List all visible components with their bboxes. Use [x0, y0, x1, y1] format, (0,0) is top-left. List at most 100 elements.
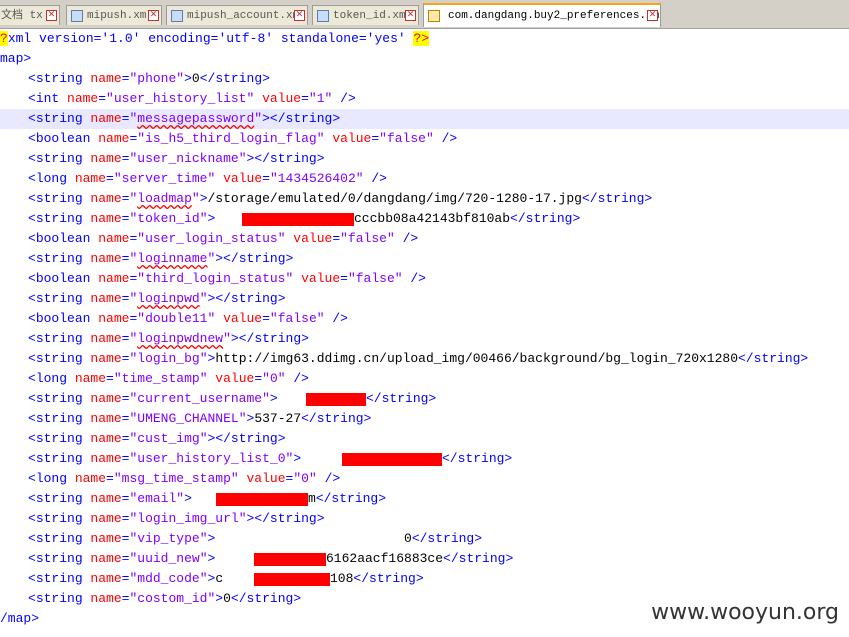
- tab-wendang-tx[interactable]: 文档 tx ✕: [0, 5, 60, 25]
- tag-end-name: string: [525, 211, 573, 226]
- quote: ": [223, 331, 231, 346]
- close-icon[interactable]: ✕: [294, 10, 305, 21]
- tag-end-open: </: [223, 251, 239, 266]
- text-content: http://img63.ddimg.cn/upload_img/00466/b…: [215, 351, 738, 366]
- xml-line-user-nickname: <string name="user_nickname"></string>: [0, 149, 849, 169]
- tag-name: string: [35, 451, 83, 466]
- name-value: phone: [137, 71, 177, 86]
- quote: ": [386, 231, 395, 246]
- attr-name: name: [67, 371, 107, 386]
- tag-end-close: >: [301, 331, 309, 346]
- tag-name: long: [35, 171, 68, 186]
- tag-open-bracket: <: [28, 191, 36, 206]
- attr-equals: =: [106, 471, 114, 486]
- xml-line-umeng-channel: <string name="UMENG_CHANNEL">537-27</str…: [0, 409, 849, 429]
- quote: ": [137, 231, 146, 246]
- xml-editor[interactable]: ?xml version='1.0' encoding='utf-8' stan…: [0, 29, 849, 637]
- tag-end-open: </: [353, 571, 370, 586]
- tag-open-bracket: <: [28, 231, 36, 246]
- quote: ": [316, 311, 325, 326]
- redaction-block: [306, 393, 366, 406]
- name-value: current_username: [137, 391, 263, 406]
- xml-line-user-history-list: <int name="user_history_list" value="1" …: [0, 89, 849, 109]
- quote: ": [199, 431, 208, 446]
- quote: ": [425, 131, 434, 146]
- tag-close-bracket: >: [215, 591, 224, 606]
- attr-name: name: [59, 91, 99, 106]
- attr-name: name: [82, 511, 122, 526]
- tag-end-open: </: [443, 551, 459, 566]
- close-icon[interactable]: ✕: [647, 10, 658, 21]
- xml-line-vip-type: <string name="vip_type"> 0</string>: [0, 529, 849, 549]
- tag-self-close: />: [394, 231, 419, 246]
- attr-name-value: "cust_img": [129, 431, 207, 446]
- quote: ": [199, 551, 208, 566]
- text-content: m: [308, 491, 316, 506]
- attr-name-value: "third_login_status": [137, 271, 293, 286]
- xml-line-server-time: <long name="server_time" value="14345264…: [0, 169, 849, 189]
- xml-line-login-img-url: <string name="login_img_url"></string>: [0, 509, 849, 529]
- tag-open-bracket: <: [28, 371, 36, 386]
- tag-name: string: [35, 411, 83, 426]
- tab-token-id-xml[interactable]: token_id.xml ✕: [312, 5, 419, 25]
- attr-value-name: value: [293, 271, 341, 286]
- quote: ": [254, 111, 263, 126]
- quote: ": [137, 271, 146, 286]
- name-value: token_id: [137, 211, 200, 226]
- close-icon[interactable]: ✕: [405, 10, 416, 21]
- name-value: user_history_list: [113, 91, 247, 106]
- attr-equals: =: [371, 131, 380, 146]
- attr-name: name: [82, 391, 122, 406]
- quote: ": [113, 171, 122, 186]
- tag-end-close: >: [316, 511, 325, 526]
- name-value: costom_id: [137, 591, 208, 606]
- tag-end-name: string: [457, 451, 505, 466]
- tag-open-bracket: <: [28, 171, 36, 186]
- name-value: loginpwd: [137, 291, 200, 306]
- tag-end-name: string: [269, 151, 317, 166]
- attr-name-value: "messagepassword": [129, 111, 262, 126]
- tag-end-name: string: [316, 411, 364, 426]
- tag-end-close: >: [277, 431, 286, 446]
- attr-equals: =: [332, 231, 341, 246]
- attr-value-value: "false": [379, 131, 434, 146]
- tag-end-open: </: [510, 211, 526, 226]
- value-text: false: [277, 311, 317, 326]
- xml-file-icon: [428, 10, 440, 22]
- value-text: false: [355, 271, 395, 286]
- tab-label: 文档 tx: [1, 10, 43, 22]
- text-content: 108: [330, 571, 354, 586]
- attr-name-value: "double11": [137, 311, 215, 326]
- quote: ": [137, 131, 146, 146]
- tag-self-close: />: [285, 371, 309, 386]
- attr-name-value: "server_time": [114, 171, 215, 186]
- attr-value-name: value: [215, 311, 263, 326]
- tag-end-close: >: [277, 291, 286, 306]
- xml-line-login-bg: <string name="login_bg">http://img63.ddi…: [0, 349, 849, 369]
- tag-close-bracket: >: [215, 251, 224, 266]
- attr-name-value: "mdd_code": [129, 571, 207, 586]
- attr-name-value: "is_h5_third_login_flag": [137, 131, 324, 146]
- attr-equals: =: [106, 371, 114, 386]
- tab-label: mipush_account.xml: [187, 10, 306, 22]
- attr-name-value: "user_history_list_0": [129, 451, 293, 466]
- tag-end-close: >: [415, 571, 424, 586]
- attr-name: name: [82, 191, 122, 206]
- tag-end-name: string: [597, 191, 645, 206]
- close-icon[interactable]: ✕: [148, 10, 159, 21]
- map-open-line: map>: [0, 49, 849, 69]
- tab-mipush-xml[interactable]: mipush.xml ✕: [66, 5, 162, 25]
- close-icon[interactable]: ✕: [46, 10, 57, 21]
- tab-dangdang-preferences-xml[interactable]: com.dangdang.buy2_preferences.xml ✕: [423, 3, 661, 27]
- attr-name: name: [90, 271, 130, 286]
- tag-open-bracket: <: [28, 511, 36, 526]
- quote: ": [106, 91, 114, 106]
- tag-end-name: string: [331, 491, 379, 506]
- attr-name-value: "current_username": [129, 391, 269, 406]
- tab-mipush-account-xml[interactable]: mipush_account.xml ✕: [166, 5, 308, 25]
- quote: ": [347, 271, 356, 286]
- attr-name: name: [82, 351, 122, 366]
- text-content: 0: [191, 71, 200, 86]
- name-value: login_img_url: [137, 511, 239, 526]
- tag-end-name: string: [458, 551, 506, 566]
